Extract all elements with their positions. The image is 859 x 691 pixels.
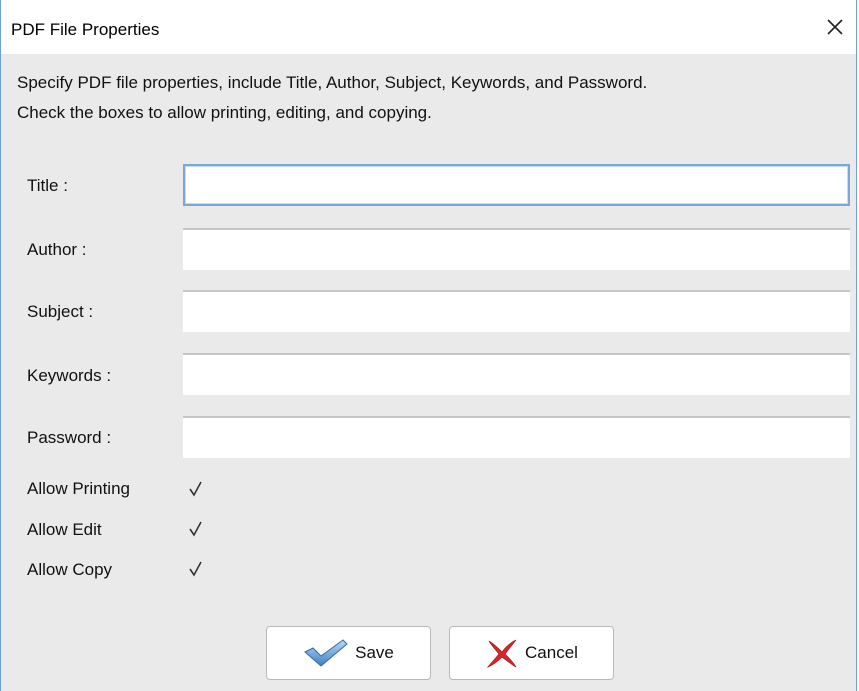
subject-label: Subject :	[27, 302, 94, 321]
password-input[interactable]	[183, 416, 850, 458]
checkmark-icon	[189, 521, 202, 537]
cancel-x-icon	[486, 639, 517, 668]
save-button[interactable]: Save	[266, 626, 431, 680]
window-title: PDF File Properties	[11, 20, 160, 39]
allow-printing-checkbox[interactable]	[184, 477, 208, 501]
close-icon	[827, 19, 843, 35]
pdf-properties-dialog: PDF File Properties Specify PDF file pro…	[0, 0, 857, 691]
save-check-icon	[304, 639, 348, 667]
cancel-button[interactable]: Cancel	[449, 626, 614, 680]
allow-copy-label: Allow Copy	[27, 560, 113, 579]
allow-edit-checkbox[interactable]	[184, 517, 208, 541]
title-label: Title :	[27, 176, 68, 195]
author-label: Author :	[27, 240, 87, 259]
close-button[interactable]	[822, 14, 848, 40]
allow-copy-checkbox[interactable]	[184, 557, 208, 581]
password-label: Password :	[27, 428, 112, 447]
instructions-line-2: Check the boxes to allow printing, editi…	[17, 103, 432, 122]
subject-input[interactable]	[183, 290, 850, 332]
author-input[interactable]	[183, 228, 850, 270]
checkmark-icon	[189, 561, 202, 577]
save-button-label: Save	[355, 643, 394, 662]
title-bar: PDF File Properties	[1, 0, 856, 54]
instructions-line-1: Specify PDF file properties, include Tit…	[17, 73, 648, 92]
keywords-label: Keywords :	[27, 366, 112, 385]
instructions: Specify PDF file properties, include Tit…	[17, 68, 647, 128]
title-input[interactable]	[183, 164, 850, 206]
checkmark-icon	[189, 481, 202, 497]
keywords-input[interactable]	[183, 353, 850, 395]
allow-edit-label: Allow Edit	[27, 520, 102, 539]
cancel-button-label: Cancel	[525, 643, 578, 662]
allow-printing-label: Allow Printing	[27, 479, 130, 498]
